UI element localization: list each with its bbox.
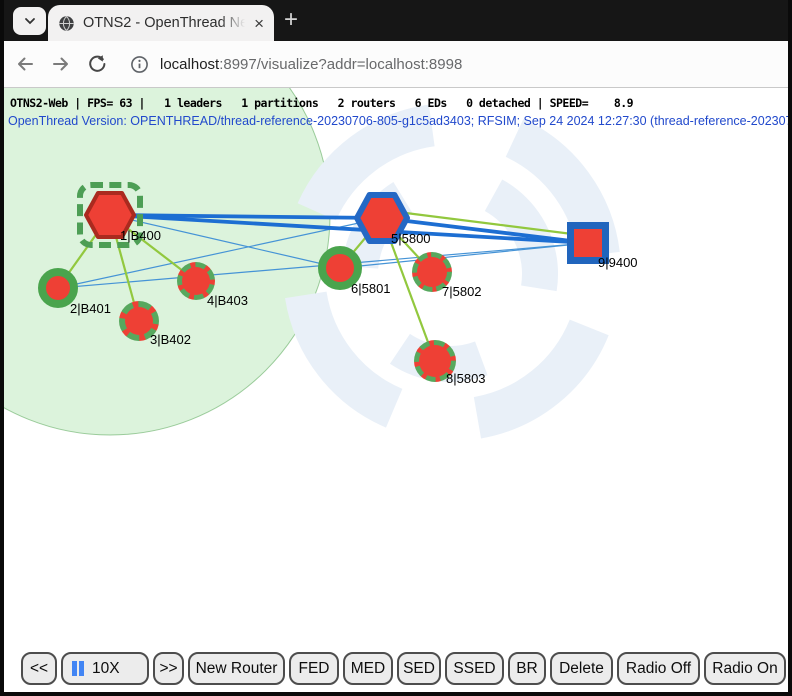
browser-tab[interactable]: OTNS2 - OpenThread Ne ×	[48, 5, 274, 41]
pause-icon	[72, 661, 86, 676]
med-button[interactable]: MED	[343, 652, 393, 685]
tab-bar: OTNS2 - OpenThread Ne × +	[0, 0, 792, 41]
button-label: 10X	[92, 660, 120, 678]
button-label: MED	[351, 660, 385, 678]
url-path: :8997/visualize?addr=localhost:8998	[219, 56, 462, 73]
br-button[interactable]: BR	[508, 652, 546, 685]
new-tab-button[interactable]: +	[284, 6, 298, 34]
button-label: <<	[30, 660, 48, 678]
chevron-down-icon	[22, 13, 38, 29]
node-label-7: 7|5802	[442, 284, 482, 299]
speed-up-button[interactable]: >>	[153, 652, 184, 685]
url-host: localhost	[160, 56, 219, 73]
node-label-6: 6|5801	[351, 281, 391, 296]
radio-off-button[interactable]: Radio Off	[617, 652, 700, 685]
status-line: OTNS2-Web | FPS= 63 | 1 leaders 1 partit…	[10, 96, 633, 110]
browser-window: OTNS2 - OpenThread Ne × + localhost:8997…	[0, 0, 792, 696]
button-label: >>	[159, 660, 177, 678]
node-label-1: 1|B400	[120, 228, 161, 243]
version-line: OpenThread Version: OPENTHREAD/thread-re…	[8, 114, 792, 128]
action-toolbar: << 10X >> New Router FED MED SED SSED BR Delete Ra…	[21, 652, 792, 685]
ssed-button[interactable]: SSED	[445, 652, 504, 685]
address-input[interactable]: localhost:8997/visualize?addr=localhost:…	[160, 56, 462, 73]
tab-title: OTNS2 - OpenThread Ne	[83, 15, 250, 31]
button-label: FED	[299, 660, 330, 678]
node-label-2: 2|B401	[70, 301, 111, 316]
speed-pause-button[interactable]: 10X	[61, 652, 149, 685]
speed-down-button[interactable]: <<	[21, 652, 57, 685]
fed-button[interactable]: FED	[289, 652, 339, 685]
node-label-4: 4|B403	[207, 293, 248, 308]
node-label-5: 5|5800	[391, 231, 431, 246]
button-label: BR	[516, 660, 538, 678]
button-label: Delete	[559, 660, 604, 678]
url-bar: localhost:8997/visualize?addr=localhost:…	[0, 41, 792, 88]
button-label: SSED	[453, 660, 495, 678]
window-border-left	[0, 0, 4, 696]
node-label-3: 3|B402	[150, 332, 191, 347]
forward-arrow-icon	[50, 53, 72, 75]
radio-on-button[interactable]: Radio On	[704, 652, 786, 685]
tab-search-button[interactable]	[13, 7, 46, 35]
forward-button[interactable]	[50, 53, 72, 75]
sed-button[interactable]: SED	[397, 652, 441, 685]
reload-icon	[86, 53, 108, 75]
button-label: SED	[403, 660, 435, 678]
delete-button[interactable]: Delete	[550, 652, 613, 685]
info-icon	[130, 55, 149, 74]
globe-favicon-icon	[58, 15, 75, 32]
radio-range-circle	[0, 88, 330, 435]
reload-button[interactable]	[86, 53, 108, 75]
simulation-canvas[interactable]: OTNS2-Web | FPS= 63 | 1 leaders 1 partit…	[0, 88, 792, 692]
window-border-right	[788, 0, 792, 696]
network-links-layer	[0, 88, 792, 692]
node-label-9: 9|9400	[598, 255, 638, 270]
button-label: New Router	[196, 660, 278, 678]
new-router-button[interactable]: New Router	[188, 652, 285, 685]
site-info-button[interactable]	[130, 55, 149, 74]
button-label: Radio Off	[626, 660, 691, 678]
window-border-bottom	[0, 692, 792, 696]
node-label-8: 8|5803	[446, 371, 486, 386]
back-button[interactable]	[14, 53, 36, 75]
back-arrow-icon	[14, 53, 36, 75]
tab-close-icon[interactable]: ×	[254, 15, 264, 32]
button-label: Radio On	[712, 660, 777, 678]
